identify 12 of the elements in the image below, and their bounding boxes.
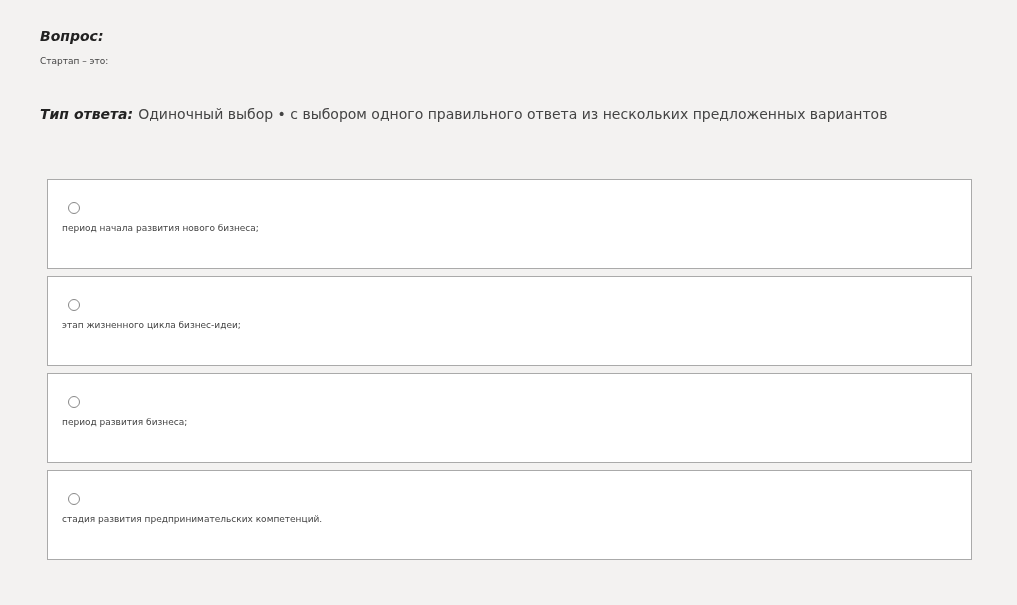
- answer-option-text: этап жизненного цикла бизнес-идеи;: [62, 320, 242, 330]
- answer-option-card[interactable]: период начала развития нового бизнеса;: [47, 179, 972, 269]
- answer-type-value: Одиночный выбор • с выбором одного правильного ответа из нескольких предложенных вариантов: [138, 106, 888, 122]
- answer-option-text: период развития бизнеса;: [62, 417, 189, 427]
- question-heading: Вопрос:: [40, 28, 105, 44]
- answer-option-card[interactable]: период развития бизнеса;: [47, 373, 972, 463]
- answer-option-card[interactable]: стадия развития предпринимательских компетенций.: [47, 470, 972, 560]
- answer-option-text: стадия развития предпринимательских компетенций.: [62, 514, 324, 524]
- question-text: Стартап – это:: [40, 56, 110, 66]
- answer-type-label: Тип ответа:: [40, 106, 134, 122]
- answer-option-card[interactable]: этап жизненного цикла бизнес-идеи;: [47, 276, 972, 366]
- answer-option-text: период начала развития нового бизнеса;: [62, 223, 260, 233]
